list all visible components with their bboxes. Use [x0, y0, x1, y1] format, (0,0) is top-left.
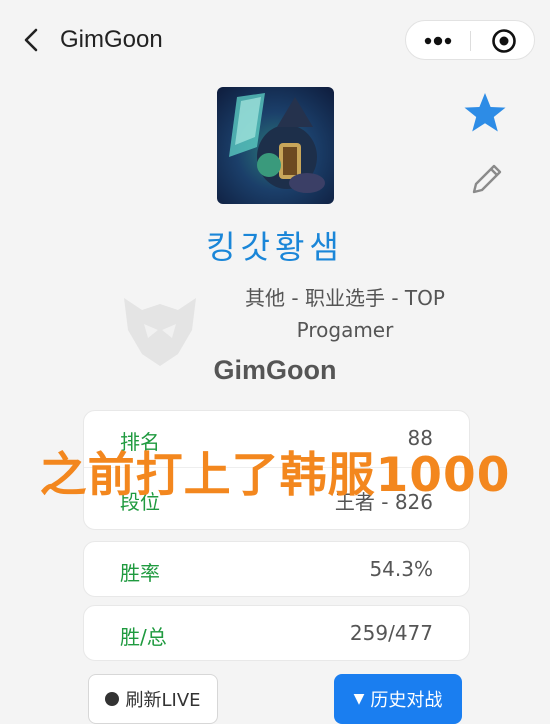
match-history-label: 历史对战	[370, 690, 443, 711]
stats-card-wins-total: 胜/总 259/477	[83, 605, 470, 661]
triangle-down-icon: ▼	[353, 691, 365, 707]
stat-value: 54.3%	[369, 557, 433, 581]
match-history-button[interactable]: ▼ 历史对战	[334, 674, 462, 724]
chevron-left-icon[interactable]	[18, 26, 46, 54]
player-role: 其他 - 职业选手 - TOP Progamer	[195, 282, 495, 346]
stat-label: 胜/总	[120, 625, 167, 649]
player-role-line2: Progamer	[296, 318, 394, 342]
refresh-live-label: 刷新LIVE	[125, 690, 201, 711]
stat-value: 259/477	[349, 621, 433, 645]
stat-row-winrate: 胜率 54.3%	[84, 542, 469, 599]
champion-avatar	[217, 87, 334, 204]
target-icon[interactable]	[490, 27, 518, 55]
player-role-line1: 其他 - 职业选手 - TOP	[245, 286, 445, 310]
stat-label: 胜率	[120, 561, 160, 585]
avatar-art	[229, 93, 325, 193]
favorite-star-icon[interactable]	[462, 90, 508, 136]
player-name: GimGoon	[213, 355, 337, 385]
overlay-caption: 之前打上了韩服1000	[39, 448, 511, 503]
mini-program-capsule	[405, 20, 535, 60]
stat-row-wins-total: 胜/总 259/477	[84, 606, 469, 663]
edit-pencil-icon[interactable]	[466, 160, 506, 200]
page-title: GimGoon	[60, 26, 163, 53]
capsule-divider	[470, 31, 471, 51]
stats-card-winrate: 胜率 54.3%	[83, 541, 470, 597]
live-dot-icon	[105, 692, 120, 706]
summoner-nickname: 킹갓황샘	[206, 228, 344, 266]
refresh-live-button[interactable]: 刷新LIVE	[88, 674, 218, 724]
more-dots-icon[interactable]	[420, 29, 456, 53]
top-bar: GimGoon	[0, 0, 550, 80]
